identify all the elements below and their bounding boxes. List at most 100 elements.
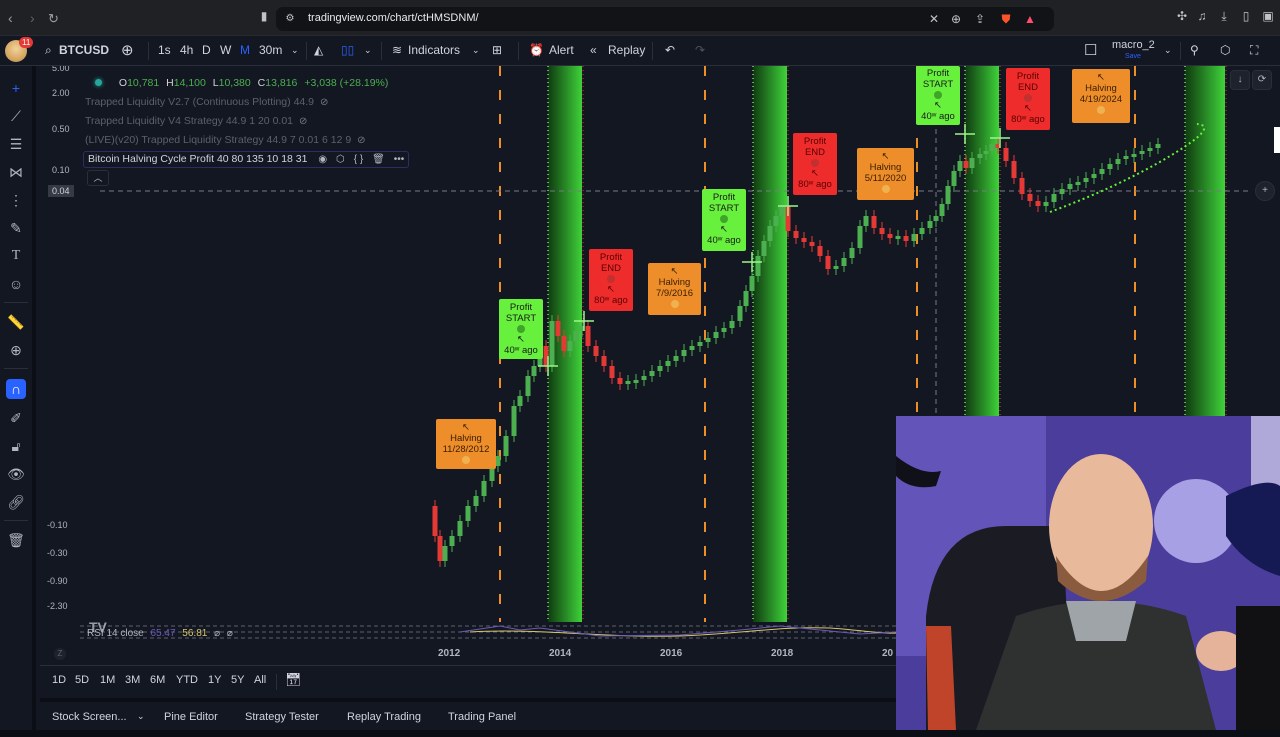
- indicator-row[interactable]: Trapped Liquidity V4 Strategy 44.9 1 20 …: [85, 112, 409, 131]
- indicators-button[interactable]: Indicators: [408, 43, 460, 57]
- indicator-name[interactable]: Bitcoin Halving Cycle Profit 40 80 135 1…: [88, 153, 307, 165]
- replay-button[interactable]: Replay: [608, 43, 645, 57]
- interval-1s[interactable]: 1s: [158, 43, 171, 57]
- settings-icon[interactable]: ⬡: [336, 154, 345, 165]
- indicator-pill[interactable]: Bitcoin Halving Cycle Profit 40 80 135 1…: [83, 151, 410, 168]
- forward-icon[interactable]: ›: [30, 10, 35, 26]
- delete-icon[interactable]: 🗑︎: [372, 154, 385, 165]
- interval-4h[interactable]: 4h: [180, 43, 193, 57]
- text-icon[interactable]: T: [6, 246, 26, 266]
- brave-rewards-icon[interactable]: ▲: [1022, 11, 1038, 27]
- indicators-icon[interactable]: ≋: [392, 43, 402, 57]
- screener-dropdown-icon[interactable]: ⌄: [137, 711, 145, 722]
- chart-type-dropdown-icon[interactable]: ⌄: [364, 45, 372, 56]
- interval-30m[interactable]: 30m: [259, 43, 282, 57]
- lock-icon[interactable]: 🔓︎: [6, 436, 26, 456]
- alert-icon[interactable]: ⏰: [529, 43, 544, 57]
- eye-hidden-icon[interactable]: ⊘: [320, 97, 328, 108]
- forecast-icon[interactable]: ⋮: [6, 190, 26, 210]
- range-3m[interactable]: 3M: [125, 674, 140, 686]
- indicator-name[interactable]: (LIVE)(v20) Trapped Liquidity Strategy 4…: [85, 134, 351, 146]
- zoom-icon[interactable]: ⊕: [948, 11, 964, 27]
- symbol-search-button[interactable]: BTCUSD: [59, 43, 109, 57]
- crosshair-icon[interactable]: +: [6, 78, 26, 98]
- sidebar-icon[interactable]: ▯: [1238, 8, 1254, 24]
- interval-d[interactable]: D: [202, 43, 211, 57]
- range-1y[interactable]: 1Y: [208, 674, 221, 686]
- fib-icon[interactable]: ☰: [6, 134, 26, 154]
- eye-icon[interactable]: ◉: [318, 154, 327, 165]
- time-axis[interactable]: Z 2012 2014 2016 2018 20: [40, 642, 896, 666]
- source-code-icon[interactable]: { }: [354, 154, 363, 165]
- auto-scale-icon[interactable]: ⟳: [1252, 70, 1272, 90]
- emoji-icon[interactable]: ☺: [6, 274, 26, 294]
- rsi-pane[interactable]: TV RSI 14 close 65.47 56.81 ⌀ ⌀: [40, 619, 896, 642]
- zoom-in-icon[interactable]: ⊕: [6, 340, 26, 360]
- more-icon[interactable]: •••: [394, 154, 405, 165]
- wallet-icon[interactable]: ▣: [1260, 8, 1276, 24]
- interval-m[interactable]: M: [240, 43, 250, 57]
- eye-hidden-icon[interactable]: ⊘: [357, 135, 365, 146]
- alert-button[interactable]: Alert: [549, 43, 574, 57]
- indicator-name[interactable]: Trapped Liquidity V4 Strategy 44.9 1 20 …: [85, 115, 293, 127]
- eye-hidden-icon[interactable]: ⊘: [299, 116, 307, 127]
- back-icon[interactable]: ‹: [8, 10, 13, 26]
- indicators-dropdown-icon[interactable]: ⌄: [472, 45, 480, 56]
- trendline-icon[interactable]: ⟋: [6, 106, 26, 126]
- range-5y[interactable]: 5Y: [231, 674, 244, 686]
- compare-symbol-button[interactable]: ⊕: [121, 41, 134, 59]
- replay-icon[interactable]: «: [590, 43, 597, 57]
- tab-pine-editor[interactable]: Pine Editor: [164, 711, 218, 723]
- share-icon[interactable]: ⇪: [972, 11, 988, 27]
- indicator-row-selected[interactable]: Bitcoin Halving Cycle Profit 40 80 135 1…: [83, 150, 410, 169]
- layout-dropdown-icon[interactable]: ⌄: [1164, 45, 1172, 56]
- magnet-icon[interactable]: ∩: [6, 379, 26, 399]
- range-6m[interactable]: 6M: [150, 674, 165, 686]
- range-1m[interactable]: 1M: [100, 674, 115, 686]
- interval-dropdown-icon[interactable]: ⌄: [291, 45, 299, 56]
- trash-icon[interactable]: 🗑︎: [6, 530, 26, 550]
- reload-icon[interactable]: ↻: [48, 11, 59, 27]
- scroll-to-latest-icon[interactable]: ↓: [1230, 70, 1250, 90]
- chevron-up-icon[interactable]: ︿: [87, 170, 109, 186]
- tab-stock-screener[interactable]: Stock Screen...: [52, 711, 127, 723]
- tab-trading-panel[interactable]: Trading Panel: [448, 711, 516, 723]
- quick-search-icon[interactable]: ⚲: [1190, 43, 1199, 57]
- lock-drawing-icon[interactable]: ✐: [6, 408, 26, 428]
- side-panel-tab[interactable]: [1274, 127, 1280, 153]
- link-icon[interactable]: 🔗︎: [6, 492, 26, 512]
- range-ytd[interactable]: YTD: [176, 674, 198, 686]
- brave-shield-icon[interactable]: ⛊: [998, 11, 1014, 27]
- range-1d[interactable]: 1D: [52, 674, 66, 686]
- layout-name[interactable]: macro_2: [1112, 39, 1155, 51]
- site-settings-icon[interactable]: ⚙: [282, 11, 298, 27]
- hide-drawings-icon[interactable]: 👁︎: [6, 464, 26, 484]
- templates-icon[interactable]: ⊞: [492, 43, 502, 57]
- chart-type-area-icon[interactable]: ◭: [314, 43, 323, 57]
- collapse-legend-button[interactable]: ︿: [85, 169, 409, 188]
- chart-type-candles-icon[interactable]: ▯▯: [341, 43, 354, 57]
- ruler-icon[interactable]: 📏: [6, 312, 26, 332]
- layout-checkbox-icon[interactable]: ☐: [1084, 41, 1097, 59]
- pattern-icon[interactable]: ⋈: [6, 162, 26, 182]
- layout-save-label[interactable]: Save: [1125, 53, 1141, 60]
- tab-replay-trading[interactable]: Replay Trading: [347, 711, 421, 723]
- undo-icon[interactable]: ↶: [665, 43, 675, 57]
- timezone-button[interactable]: Z: [54, 648, 66, 660]
- indicator-name[interactable]: Trapped Liquidity V2.7 (Continuous Plott…: [85, 96, 314, 108]
- interval-w[interactable]: W: [220, 43, 231, 57]
- indicator-row[interactable]: (LIVE)(v20) Trapped Liquidity Strategy 4…: [85, 131, 409, 150]
- range-all[interactable]: All: [254, 674, 266, 686]
- address-bar[interactable]: ⚙ tradingview.com/chart/ctHMSDNM/ ✕ ⊕ ⇪ …: [276, 7, 1054, 31]
- settings-icon[interactable]: ⬡: [1220, 43, 1230, 57]
- indicator-row[interactable]: Trapped Liquidity V2.7 (Continuous Plott…: [85, 93, 409, 112]
- tab-strategy-tester[interactable]: Strategy Tester: [245, 711, 319, 723]
- fullscreen-icon[interactable]: ⛶: [1250, 43, 1258, 58]
- redo-icon[interactable]: ↷: [695, 43, 705, 57]
- mute-icon[interactable]: ✕: [926, 11, 942, 27]
- download-icon[interactable]: ⤓: [1216, 8, 1232, 24]
- bookmark-icon[interactable]: ▮: [256, 8, 272, 24]
- symbol-search-icon[interactable]: ⌕: [45, 43, 52, 58]
- brush-icon[interactable]: ✎: [6, 218, 26, 238]
- extensions-icon[interactable]: ✣: [1174, 8, 1190, 24]
